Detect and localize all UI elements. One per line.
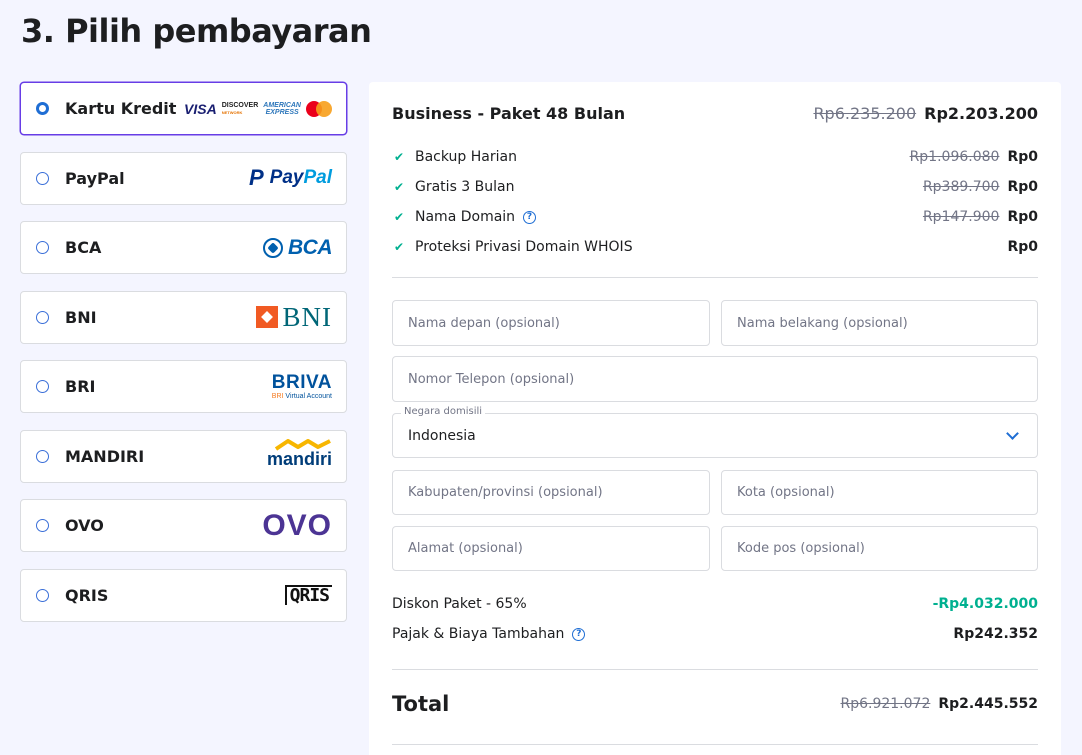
tax-label: Pajak & Biaya Tambahan (392, 626, 565, 642)
method-bca[interactable]: BCA BCA (20, 221, 347, 274)
feature-label: Backup Harian (415, 149, 517, 165)
feature-list: ✔ Backup Harian Rp1.096.080 Rp0 ✔ Gratis… (392, 142, 1038, 262)
payment-method-list: Kartu Kredit VISA DISCOVER NETWORK AMERI… (20, 82, 347, 638)
country-select[interactable]: Negara domisili Indonesia (392, 406, 1038, 458)
feature-price: Rp0 (1007, 239, 1038, 255)
discover-logo: DISCOVER NETWORK (222, 102, 259, 116)
check-icon: ✔ (394, 180, 405, 194)
chevron-down-icon[interactable] (1006, 427, 1019, 440)
method-bni[interactable]: BNI BNI (20, 290, 347, 344)
country-select-label: Negara domisili (401, 406, 486, 417)
plan-row: Business - Paket 48 Bulan Rp6.235.200 Rp… (392, 104, 1038, 123)
plan-price: Rp2.203.200 (924, 104, 1038, 123)
method-label: PayPal (65, 168, 125, 188)
credit-card-logos: VISA DISCOVER NETWORK AMERICAN EXPRESS (184, 100, 332, 117)
feature-label: Gratis 3 Bulan (415, 179, 515, 195)
method-credit-card[interactable]: Kartu Kredit VISA DISCOVER NETWORK AMERI… (20, 82, 347, 135)
feature-label: Proteksi Privasi Domain WHOIS (415, 239, 633, 255)
feature-row: ✔ Gratis 3 Bulan Rp389.700 Rp0 (392, 172, 1038, 202)
radio-icon[interactable] (36, 241, 49, 254)
city-field[interactable]: Kota (opsional) (721, 470, 1038, 515)
feature-price: Rp0 (1007, 149, 1038, 165)
method-bri[interactable]: BRI BRIVA BRI Virtual Account (20, 360, 347, 413)
divider (392, 669, 1038, 670)
mandiri-logo: mandiri (267, 438, 332, 470)
check-icon: ✔ (394, 240, 405, 254)
plan-old-price: Rp6.235.200 (813, 104, 917, 123)
last-name-field[interactable]: Nama belakang (opsional) (721, 300, 1038, 346)
mastercard-logo (306, 100, 332, 117)
paypal-mark-icon: P (248, 165, 264, 190)
feature-label: Nama Domain ? (415, 209, 923, 225)
tax-value: Rp242.352 (953, 626, 1038, 642)
briva-logo: BRIVA BRI Virtual Account (271, 372, 332, 400)
mandiri-wave-icon (274, 438, 331, 451)
amex-logo: AMERICAN EXPRESS (263, 102, 301, 116)
bni-logo: BNI (255, 302, 333, 333)
tax-label-wrap: Pajak & Biaya Tambahan ? (392, 626, 953, 642)
page-title: 3. Pilih pembayaran (21, 12, 372, 50)
divider (392, 277, 1038, 278)
tax-row: Pajak & Biaya Tambahan ? Rp242.352 (392, 626, 1038, 642)
method-qris[interactable]: QRIS QRIS (20, 568, 347, 622)
radio-selected-icon[interactable] (36, 102, 49, 115)
total-price: Rp2.445.552 (938, 696, 1038, 712)
divider (392, 744, 1038, 745)
radio-icon[interactable] (36, 310, 49, 324)
help-icon[interactable]: ? (523, 210, 537, 224)
method-label: MANDIRI (65, 446, 145, 466)
bni-emblem-icon (255, 306, 278, 328)
check-icon: ✔ (394, 210, 405, 224)
method-mandiri[interactable]: MANDIRI mandiri (20, 429, 347, 483)
total-old-price: Rp6.921.072 (840, 696, 931, 712)
country-select-value: Indonesia (408, 427, 476, 444)
method-label: Kartu Kredit (65, 99, 177, 118)
feature-row: ✔ Backup Harian Rp1.096.080 Rp0 (392, 142, 1038, 172)
method-label: QRIS (65, 585, 109, 605)
province-field[interactable]: Kabupaten/provinsi (opsional) (392, 470, 710, 515)
discover-logo-text: DISCOVER (221, 101, 259, 109)
phone-field[interactable]: Nomor Telepon (opsional) (392, 356, 1038, 402)
feature-row: ✔ Nama Domain ? Rp147.900 Rp0 (392, 202, 1038, 232)
discount-value: -Rp4.032.000 (932, 596, 1038, 612)
amex-logo-line2: EXPRESS (265, 108, 299, 116)
feature-label-text: Nama Domain (415, 209, 516, 225)
radio-icon[interactable] (36, 588, 49, 602)
postal-code-field[interactable]: Kode pos (opsional) (721, 526, 1038, 571)
feature-row: ✔ Proteksi Privasi Domain WHOIS Rp0 (392, 232, 1038, 262)
discount-label: Diskon Paket - 65% (392, 596, 527, 612)
order-summary-card: Business - Paket 48 Bulan Rp6.235.200 Rp… (369, 82, 1061, 755)
total-label: Total (392, 692, 450, 716)
feature-price: Rp0 (1007, 179, 1038, 195)
help-icon[interactable]: ? (572, 627, 586, 641)
method-label: BRI (65, 377, 96, 396)
first-name-field[interactable]: Nama depan (opsional) (392, 300, 710, 346)
method-label: BNI (65, 307, 97, 327)
ovo-logo: OVO (262, 508, 332, 542)
feature-old-price: Rp147.900 (922, 209, 1000, 225)
radio-icon[interactable] (36, 449, 49, 463)
total-row: Total Rp6.921.072 Rp2.445.552 (392, 692, 1038, 716)
radio-icon[interactable] (36, 519, 49, 532)
discover-logo-sub: NETWORK (221, 109, 243, 115)
feature-old-price: Rp389.700 (922, 179, 1000, 195)
method-paypal[interactable]: PayPal P PayPal (20, 151, 347, 205)
address-field[interactable]: Alamat (opsional) (392, 526, 710, 571)
amex-logo-line1: AMERICAN (263, 101, 301, 109)
plan-name: Business - Paket 48 Bulan (392, 104, 626, 123)
method-label: OVO (65, 516, 104, 535)
qris-logo: QRIS (284, 585, 332, 605)
paypal-logo: P PayPal (248, 165, 332, 190)
radio-icon[interactable] (36, 380, 49, 393)
visa-logo: VISA (184, 100, 217, 117)
feature-price: Rp0 (1007, 209, 1038, 225)
method-label: BCA (65, 238, 102, 257)
feature-old-price: Rp1.096.080 (909, 149, 1000, 165)
bca-emblem-icon (263, 237, 283, 258)
discount-row: Diskon Paket - 65% -Rp4.032.000 (392, 596, 1038, 612)
radio-icon[interactable] (36, 171, 49, 185)
bca-logo: BCA (263, 236, 333, 260)
method-ovo[interactable]: OVO OVO (20, 499, 347, 552)
check-icon: ✔ (394, 150, 405, 164)
